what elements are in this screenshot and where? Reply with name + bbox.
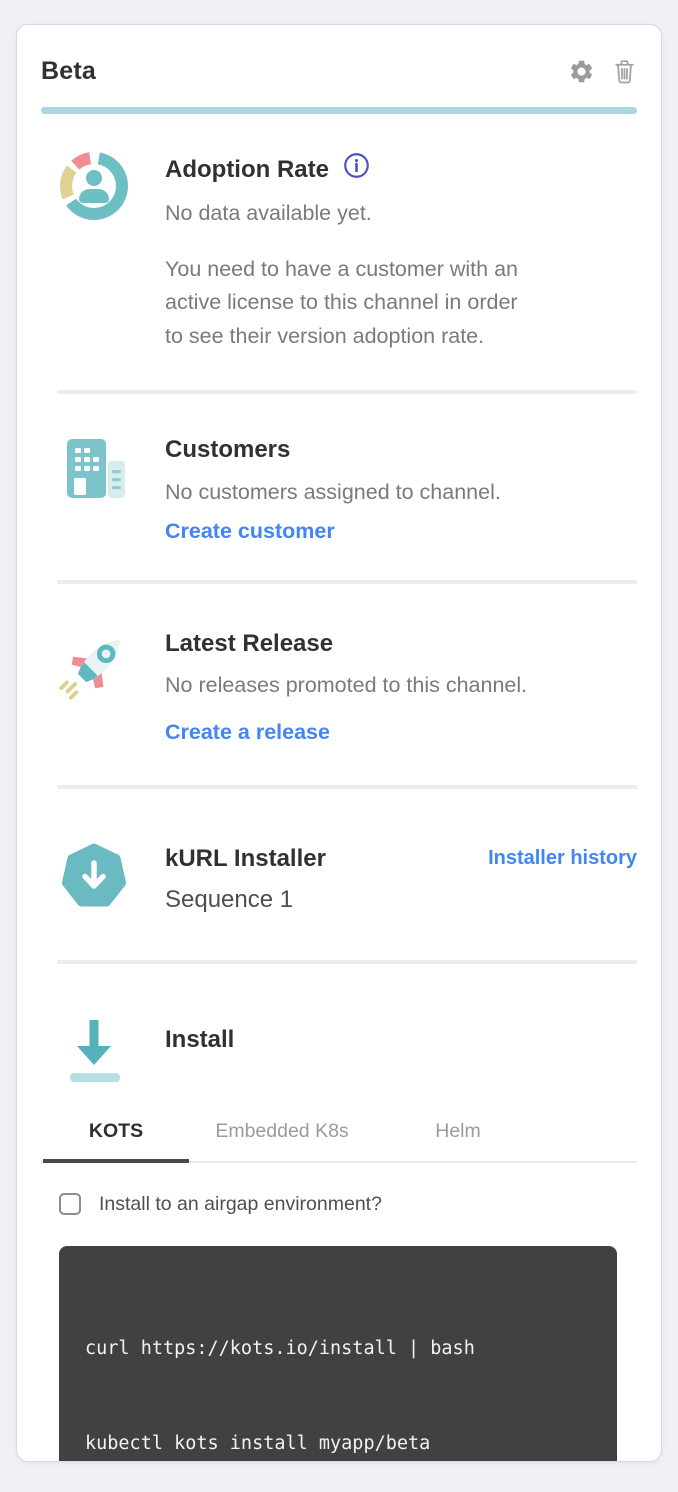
adoption-hint-text: You need to have a customer with an acti… — [165, 253, 637, 355]
section-customers: Customers No customers assigned to chann… — [57, 394, 637, 584]
customers-title: Customers — [165, 434, 637, 465]
adoption-rate-title: Adoption Rate — [165, 154, 329, 185]
airgap-checkbox[interactable] — [59, 1193, 81, 1215]
buildings-icon — [57, 434, 131, 544]
airgap-row: Install to an airgap environment? — [59, 1193, 637, 1216]
section-install: Install — [57, 964, 637, 1090]
tab-helm[interactable]: Helm — [373, 1120, 543, 1161]
section-kurl-installer: kURL Installer Sequence 1 Installer hist… — [57, 789, 637, 963]
create-customer-link[interactable]: Create customer — [165, 519, 335, 544]
install-command-block: curl https://kots.io/install | bash kube… — [59, 1246, 617, 1462]
customers-empty-text: No customers assigned to channel. — [165, 476, 637, 509]
adoption-donut-user-icon — [57, 152, 131, 354]
channel-card: Beta — [16, 24, 662, 1462]
installer-history-link[interactable]: Installer history — [488, 847, 637, 870]
download-arrow-icon — [57, 1010, 131, 1090]
adoption-rate-title-row: Adoption Rate — [165, 152, 637, 187]
channel-card-header: Beta — [41, 25, 637, 86]
latest-release-title: Latest Release — [165, 628, 637, 659]
airgap-label: Install to an airgap environment? — [99, 1193, 382, 1216]
info-icon[interactable] — [343, 152, 370, 187]
channel-actions — [568, 58, 637, 85]
create-release-link[interactable]: Create a release — [165, 720, 330, 745]
tab-kots[interactable]: KOTS — [41, 1120, 191, 1161]
install-command-line-2: kubectl kots install myapp/beta — [85, 1428, 591, 1459]
kurl-installer-title: kURL Installer — [165, 843, 454, 874]
channel-accent-bar — [41, 107, 637, 114]
latest-release-empty-text: No releases promoted to this channel. — [165, 669, 637, 702]
tab-embedded-k8s[interactable]: Embedded K8s — [191, 1120, 373, 1161]
section-adoption-rate: Adoption Rate No data available yet. You… — [57, 114, 637, 394]
adoption-empty-text: No data available yet. — [165, 197, 637, 230]
section-latest-release: Latest Release No releases promoted to t… — [57, 584, 637, 790]
heptagon-download-icon — [57, 843, 131, 913]
gear-icon[interactable] — [568, 58, 595, 85]
install-command-line-1: curl https://kots.io/install | bash — [85, 1333, 591, 1364]
rocket-icon — [57, 628, 131, 746]
channel-title: Beta — [41, 57, 568, 86]
install-tabs: KOTS Embedded K8s Helm — [41, 1120, 637, 1163]
trash-icon[interactable] — [612, 58, 637, 85]
kurl-sequence-label: Sequence 1 — [165, 886, 454, 914]
install-title: Install — [165, 1024, 637, 1055]
